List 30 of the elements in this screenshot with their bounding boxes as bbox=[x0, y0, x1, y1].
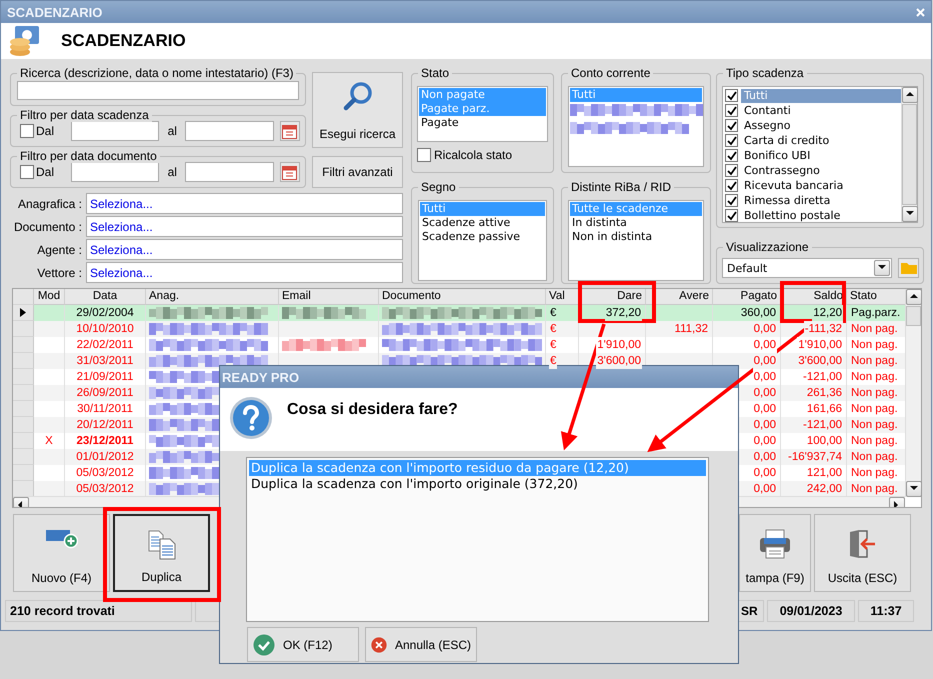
group-title: Conto corrente bbox=[568, 66, 654, 80]
table-cell: 0,00 bbox=[713, 337, 781, 353]
group-title: Stato bbox=[418, 66, 452, 80]
group-title: Distinte RiBa / RID bbox=[568, 180, 674, 194]
record-count: 210 record trovati bbox=[5, 600, 192, 622]
window-title: SCADENZARIO bbox=[7, 4, 102, 20]
group-title: Tipo scadenza bbox=[723, 66, 807, 80]
group-title: Filtro per data scadenza bbox=[17, 108, 152, 122]
table-cell: 0,00 bbox=[713, 321, 781, 337]
table-cell: 0,00 bbox=[713, 353, 781, 369]
group-title: Filtro per data documento bbox=[17, 149, 160, 163]
checkbox-label: Dal bbox=[36, 165, 56, 179]
table-cell: € bbox=[546, 305, 579, 321]
dialog-title: READY PRO bbox=[222, 370, 300, 384]
status-time: 11:37 bbox=[858, 600, 914, 622]
page-title: SCADENZARIO bbox=[61, 31, 186, 51]
checkbox-label: Dal bbox=[36, 124, 56, 138]
field-label: al bbox=[166, 124, 178, 138]
dialog-question: Cosa si desidera fare? bbox=[287, 401, 458, 419]
group-title: Ricerca (descrizione, data o nome intestatario) (F3) bbox=[17, 66, 296, 80]
field-label: Anagrafica : bbox=[16, 196, 82, 210]
status-date: 09/01/2023 bbox=[767, 600, 855, 622]
field-label: Agente : bbox=[36, 242, 82, 256]
field-label: Documento : bbox=[12, 220, 82, 234]
field-label: al bbox=[166, 165, 178, 179]
checkbox-label: Ricalcola stato bbox=[434, 148, 512, 162]
field-label: Vettore : bbox=[36, 266, 82, 280]
group-title: Visualizzazione bbox=[723, 240, 812, 254]
group-title: Segno bbox=[418, 180, 459, 194]
table-cell: 12,20 bbox=[781, 305, 847, 321]
